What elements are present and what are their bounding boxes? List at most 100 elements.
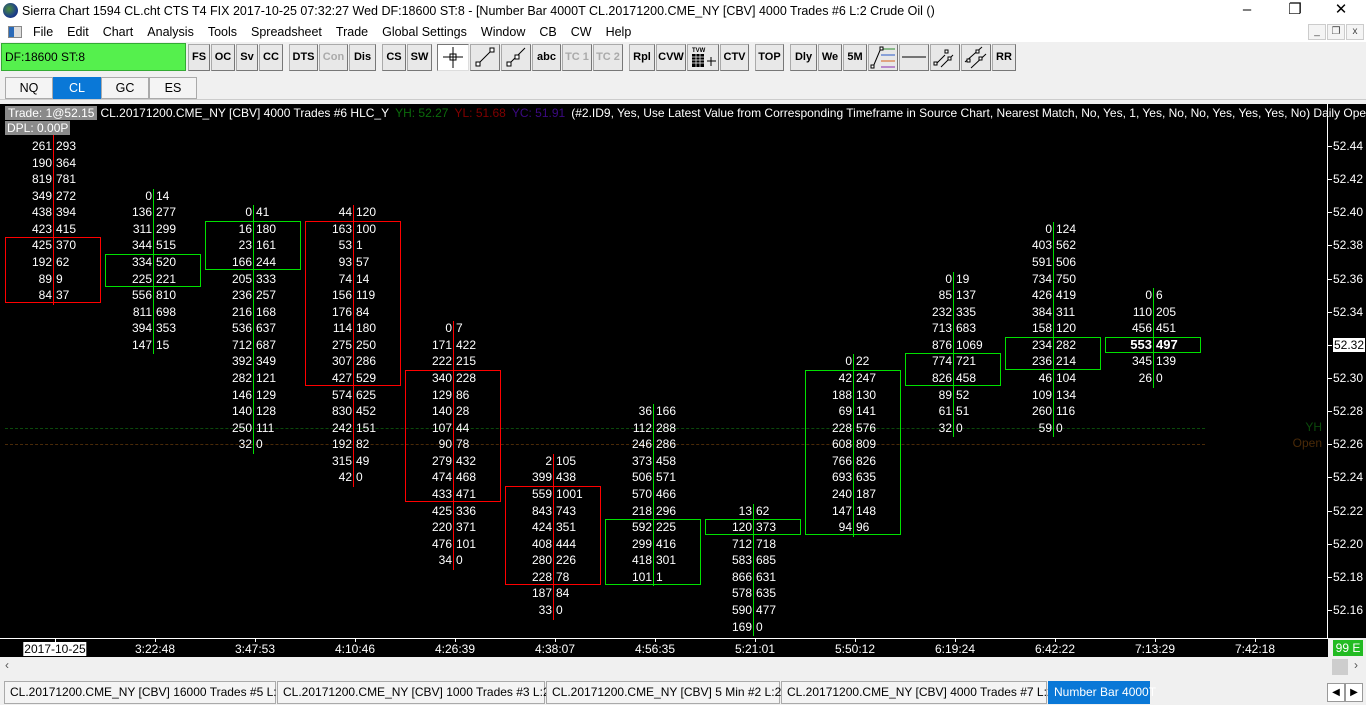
fibonacci-button[interactable] (868, 44, 898, 71)
chart-tab[interactable]: CL.20171200.CME_NY [CBV] 5 Min #2 L:2 (546, 681, 781, 704)
tc2-button[interactable]: TC 2 (593, 44, 623, 71)
line-tool-button[interactable] (470, 44, 500, 71)
menu-cw[interactable]: CW (564, 25, 599, 39)
parallel-channel-button[interactable] (961, 44, 991, 71)
chart-tab[interactable]: CL.20171200.CME_NY [CBV] 1000 Trades #3 … (277, 681, 550, 704)
dis-button[interactable]: Dis (349, 44, 376, 71)
bid-volume: 89 (938, 387, 952, 402)
parallel-lines-button[interactable] (930, 44, 960, 71)
horizontal-scrollbar[interactable]: ‹ › (0, 657, 1366, 676)
chart-area[interactable]: Trade: 1@52.15 CL.20171200.CME_NY [CBV] 4… (0, 104, 1366, 638)
mdi-restore-button[interactable]: ❐ (1327, 24, 1345, 40)
chart-tab[interactable]: CL.20171200.CME_NY [CBV] 16000 Trades #5… (4, 681, 283, 704)
tab-es[interactable]: ES (149, 77, 197, 99)
bid-volume: 232 (931, 304, 952, 319)
bid-volume: 433 (431, 486, 452, 501)
bid-volume: 866 (731, 569, 752, 584)
dly-button[interactable]: Dly (790, 44, 817, 71)
mdi-close-button[interactable]: x (1346, 24, 1364, 40)
oc-button[interactable]: OC (211, 44, 235, 71)
rpl-button[interactable]: Rpl (629, 44, 655, 71)
ref-line-label: YH (1305, 419, 1322, 434)
menu-tools[interactable]: Tools (201, 25, 244, 39)
ask-volume: 121 (256, 370, 277, 385)
menu-chart[interactable]: Chart (96, 25, 141, 39)
abc-button[interactable]: abc (532, 44, 561, 71)
ray-tool-button[interactable] (501, 44, 531, 71)
ask-volume: 257 (256, 288, 277, 303)
time-label: 7:42:18 (1234, 642, 1276, 656)
chart-tab[interactable]: Number Bar 4000T (1048, 681, 1156, 704)
ask-volume: 637 (256, 321, 277, 336)
bid-volume: 349 (31, 188, 52, 203)
ask-volume: 529 (356, 370, 377, 385)
maximize-button[interactable]: ❐ (1272, 0, 1318, 22)
sw-button[interactable]: SW (407, 44, 432, 71)
close-button[interactable]: ✕ (1318, 0, 1364, 22)
5m-button[interactable]: 5M (843, 44, 867, 71)
cc-button[interactable]: CC (259, 44, 283, 71)
ask-volume: 364 (56, 155, 77, 170)
scroll-left-icon[interactable]: ‹ (5, 658, 9, 672)
tvw-grid-button[interactable]: TVW (687, 44, 719, 71)
tabs-next-icon[interactable]: ▶ (1345, 683, 1363, 702)
crosshair-button[interactable] (437, 44, 469, 71)
ask-volume: 128 (256, 404, 277, 419)
menu-cb[interactable]: CB (532, 25, 563, 39)
bar-open-close-box (705, 518, 801, 536)
tab-nq[interactable]: NQ (5, 77, 53, 99)
con-button[interactable]: Con (319, 44, 348, 71)
tabs-prev-icon[interactable]: ◀ (1327, 683, 1345, 702)
ask-volume: 187 (856, 486, 877, 501)
document-icon[interactable] (8, 26, 22, 38)
ask-volume: 96 (856, 520, 870, 535)
rr-button[interactable]: RR (992, 44, 1016, 71)
ask-volume: 810 (156, 288, 177, 303)
chart-tab[interactable]: CL.20171200.CME_NY [CBV] 4000 Trades #7 … (781, 681, 1054, 704)
ask-volume: 84 (556, 586, 570, 601)
menu-help[interactable]: Help (599, 25, 639, 39)
price-label: 52.24 (1333, 470, 1364, 485)
tab-cl[interactable]: CL (53, 77, 101, 99)
ask-volume: 438 (556, 470, 577, 485)
bid-volume: 190 (31, 155, 52, 170)
menu-file[interactable]: File (26, 25, 60, 39)
bid-volume: 693 (831, 470, 852, 485)
top-button[interactable]: TOP (755, 44, 784, 71)
price-tick (1328, 377, 1332, 379)
fs-button[interactable]: FS (188, 44, 210, 71)
ask-volume: 215 (456, 354, 477, 369)
menu-edit[interactable]: Edit (60, 25, 96, 39)
horizontal-line-button[interactable] (899, 44, 929, 71)
price-label: 52.40 (1333, 205, 1364, 220)
menu-spreadsheet[interactable]: Spreadsheet (244, 25, 329, 39)
ask-volume: 78 (556, 569, 570, 584)
tc1-button[interactable]: TC 1 (562, 44, 592, 71)
scroll-right-icon[interactable]: › (1354, 658, 1358, 672)
ask-volume: 515 (156, 238, 177, 253)
price-label: 52.30 (1333, 370, 1364, 385)
menu-analysis[interactable]: Analysis (140, 25, 201, 39)
menu-window[interactable]: Window (474, 25, 532, 39)
status-box: DF:18600 ST:8 (1, 43, 186, 71)
bid-volume: 147 (131, 337, 152, 352)
bid-volume: 766 (831, 453, 852, 468)
ask-volume: 743 (556, 503, 577, 518)
dts-button[interactable]: DTS (289, 44, 318, 71)
menu-trade[interactable]: Trade (329, 25, 375, 39)
cvw-button[interactable]: CVW (656, 44, 686, 71)
time-label: 2017-10-25 (23, 642, 87, 656)
bid-volume: 218 (631, 503, 652, 518)
scrollbar-thumb[interactable] (1332, 659, 1348, 675)
menu-global-settings[interactable]: Global Settings (375, 25, 474, 39)
minimize-button[interactable]: – (1224, 0, 1270, 22)
ask-volume: 458 (656, 453, 677, 468)
cs-button[interactable]: CS (382, 44, 406, 71)
tab-gc[interactable]: GC (101, 77, 149, 99)
mdi-minimize-button[interactable]: _ (1308, 24, 1326, 40)
we-button[interactable]: We (818, 44, 842, 71)
bid-volume: 236 (231, 288, 252, 303)
ctv-button[interactable]: CTV (720, 44, 749, 71)
ask-volume: 506 (1056, 254, 1077, 269)
sv-button[interactable]: Sv (236, 44, 258, 71)
